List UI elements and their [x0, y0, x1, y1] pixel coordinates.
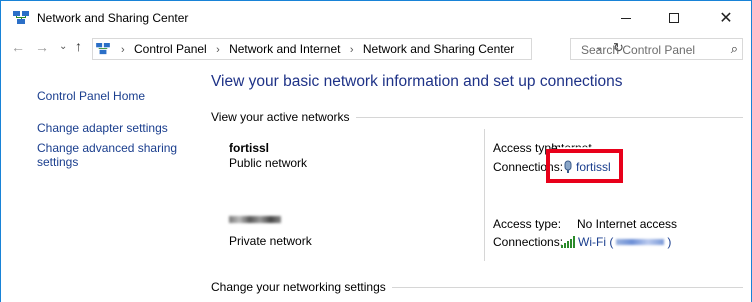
title-bar[interactable]: Network and Sharing Center ✕	[1, 1, 751, 35]
wifi-prefix[interactable]: Wi-Fi (	[578, 235, 613, 249]
breadcrumb-separator[interactable]: ›	[216, 44, 220, 56]
search-box[interactable]: Search Control Panel ⌕	[570, 38, 743, 60]
address-bar[interactable]: › Control Panel › Network and Internet ›…	[92, 38, 624, 60]
breadcrumb-separator[interactable]: ›	[350, 44, 354, 56]
network-sharing-icon	[13, 11, 29, 24]
connections-label: Connections:	[493, 235, 564, 249]
close-button[interactable]: ✕	[703, 1, 749, 35]
breadcrumb: › Control Panel › Network and Internet ›…	[115, 42, 514, 56]
search-input[interactable]: Search Control Panel	[581, 43, 695, 57]
minimize-icon	[621, 17, 631, 19]
network-category-link[interactable]: Public network	[229, 156, 307, 170]
access-type-label: Access type:	[493, 217, 562, 231]
forward-arrow-icon[interactable]: →	[35, 39, 49, 55]
breadcrumb-control-panel[interactable]: Control Panel	[134, 42, 207, 56]
task-pane: Control Panel Home Change adapter settin…	[1, 63, 196, 302]
change-adapter-settings-link[interactable]: Change adapter settings	[37, 121, 168, 135]
access-type-value: No Internet access	[577, 217, 678, 231]
breadcrumb-network-internet[interactable]: Network and Internet	[229, 42, 340, 56]
navigation-bar: ← → ⌄ ↑ › Control Panel › Network and In…	[1, 35, 751, 63]
network-category-link[interactable]: Private network	[229, 234, 312, 248]
partial-settings-row	[231, 297, 431, 302]
redacted-network-name	[229, 216, 281, 223]
redacted-ssid	[616, 239, 665, 245]
breadcrumb-separator: ›	[121, 44, 125, 56]
minimize-button[interactable]	[603, 1, 649, 35]
up-arrow-icon[interactable]: ↑	[75, 38, 82, 54]
page-title: View your basic network information and …	[211, 73, 623, 90]
breadcrumb-network-sharing-center[interactable]: Network and Sharing Center	[363, 42, 514, 56]
network-name: fortissl	[229, 141, 270, 155]
wifi-suffix[interactable]: )	[667, 235, 671, 249]
control-panel-icon	[96, 43, 110, 55]
window: Network and Sharing Center ✕ ← → ⌄ ↑ › C…	[0, 0, 752, 302]
column-divider	[484, 129, 485, 261]
back-arrow-icon[interactable]: ←	[11, 39, 25, 55]
change-settings-heading: Change your networking settings	[211, 280, 392, 294]
control-panel-home-link[interactable]: Control Panel Home	[37, 89, 145, 103]
window-title: Network and Sharing Center	[37, 11, 189, 25]
wifi-signal-icon	[561, 236, 575, 248]
active-networks-heading: View your active networks	[211, 110, 356, 124]
change-advanced-sharing-link[interactable]: Change advanced sharing settings	[37, 141, 177, 169]
maximize-icon	[669, 13, 679, 23]
recent-locations-icon[interactable]: ⌄	[59, 41, 67, 52]
search-icon[interactable]: ⌕	[731, 41, 738, 57]
wifi-connection-link[interactable]: Wi-Fi ( )	[561, 235, 671, 249]
maximize-button[interactable]	[651, 1, 697, 35]
highlight-box	[546, 149, 623, 183]
